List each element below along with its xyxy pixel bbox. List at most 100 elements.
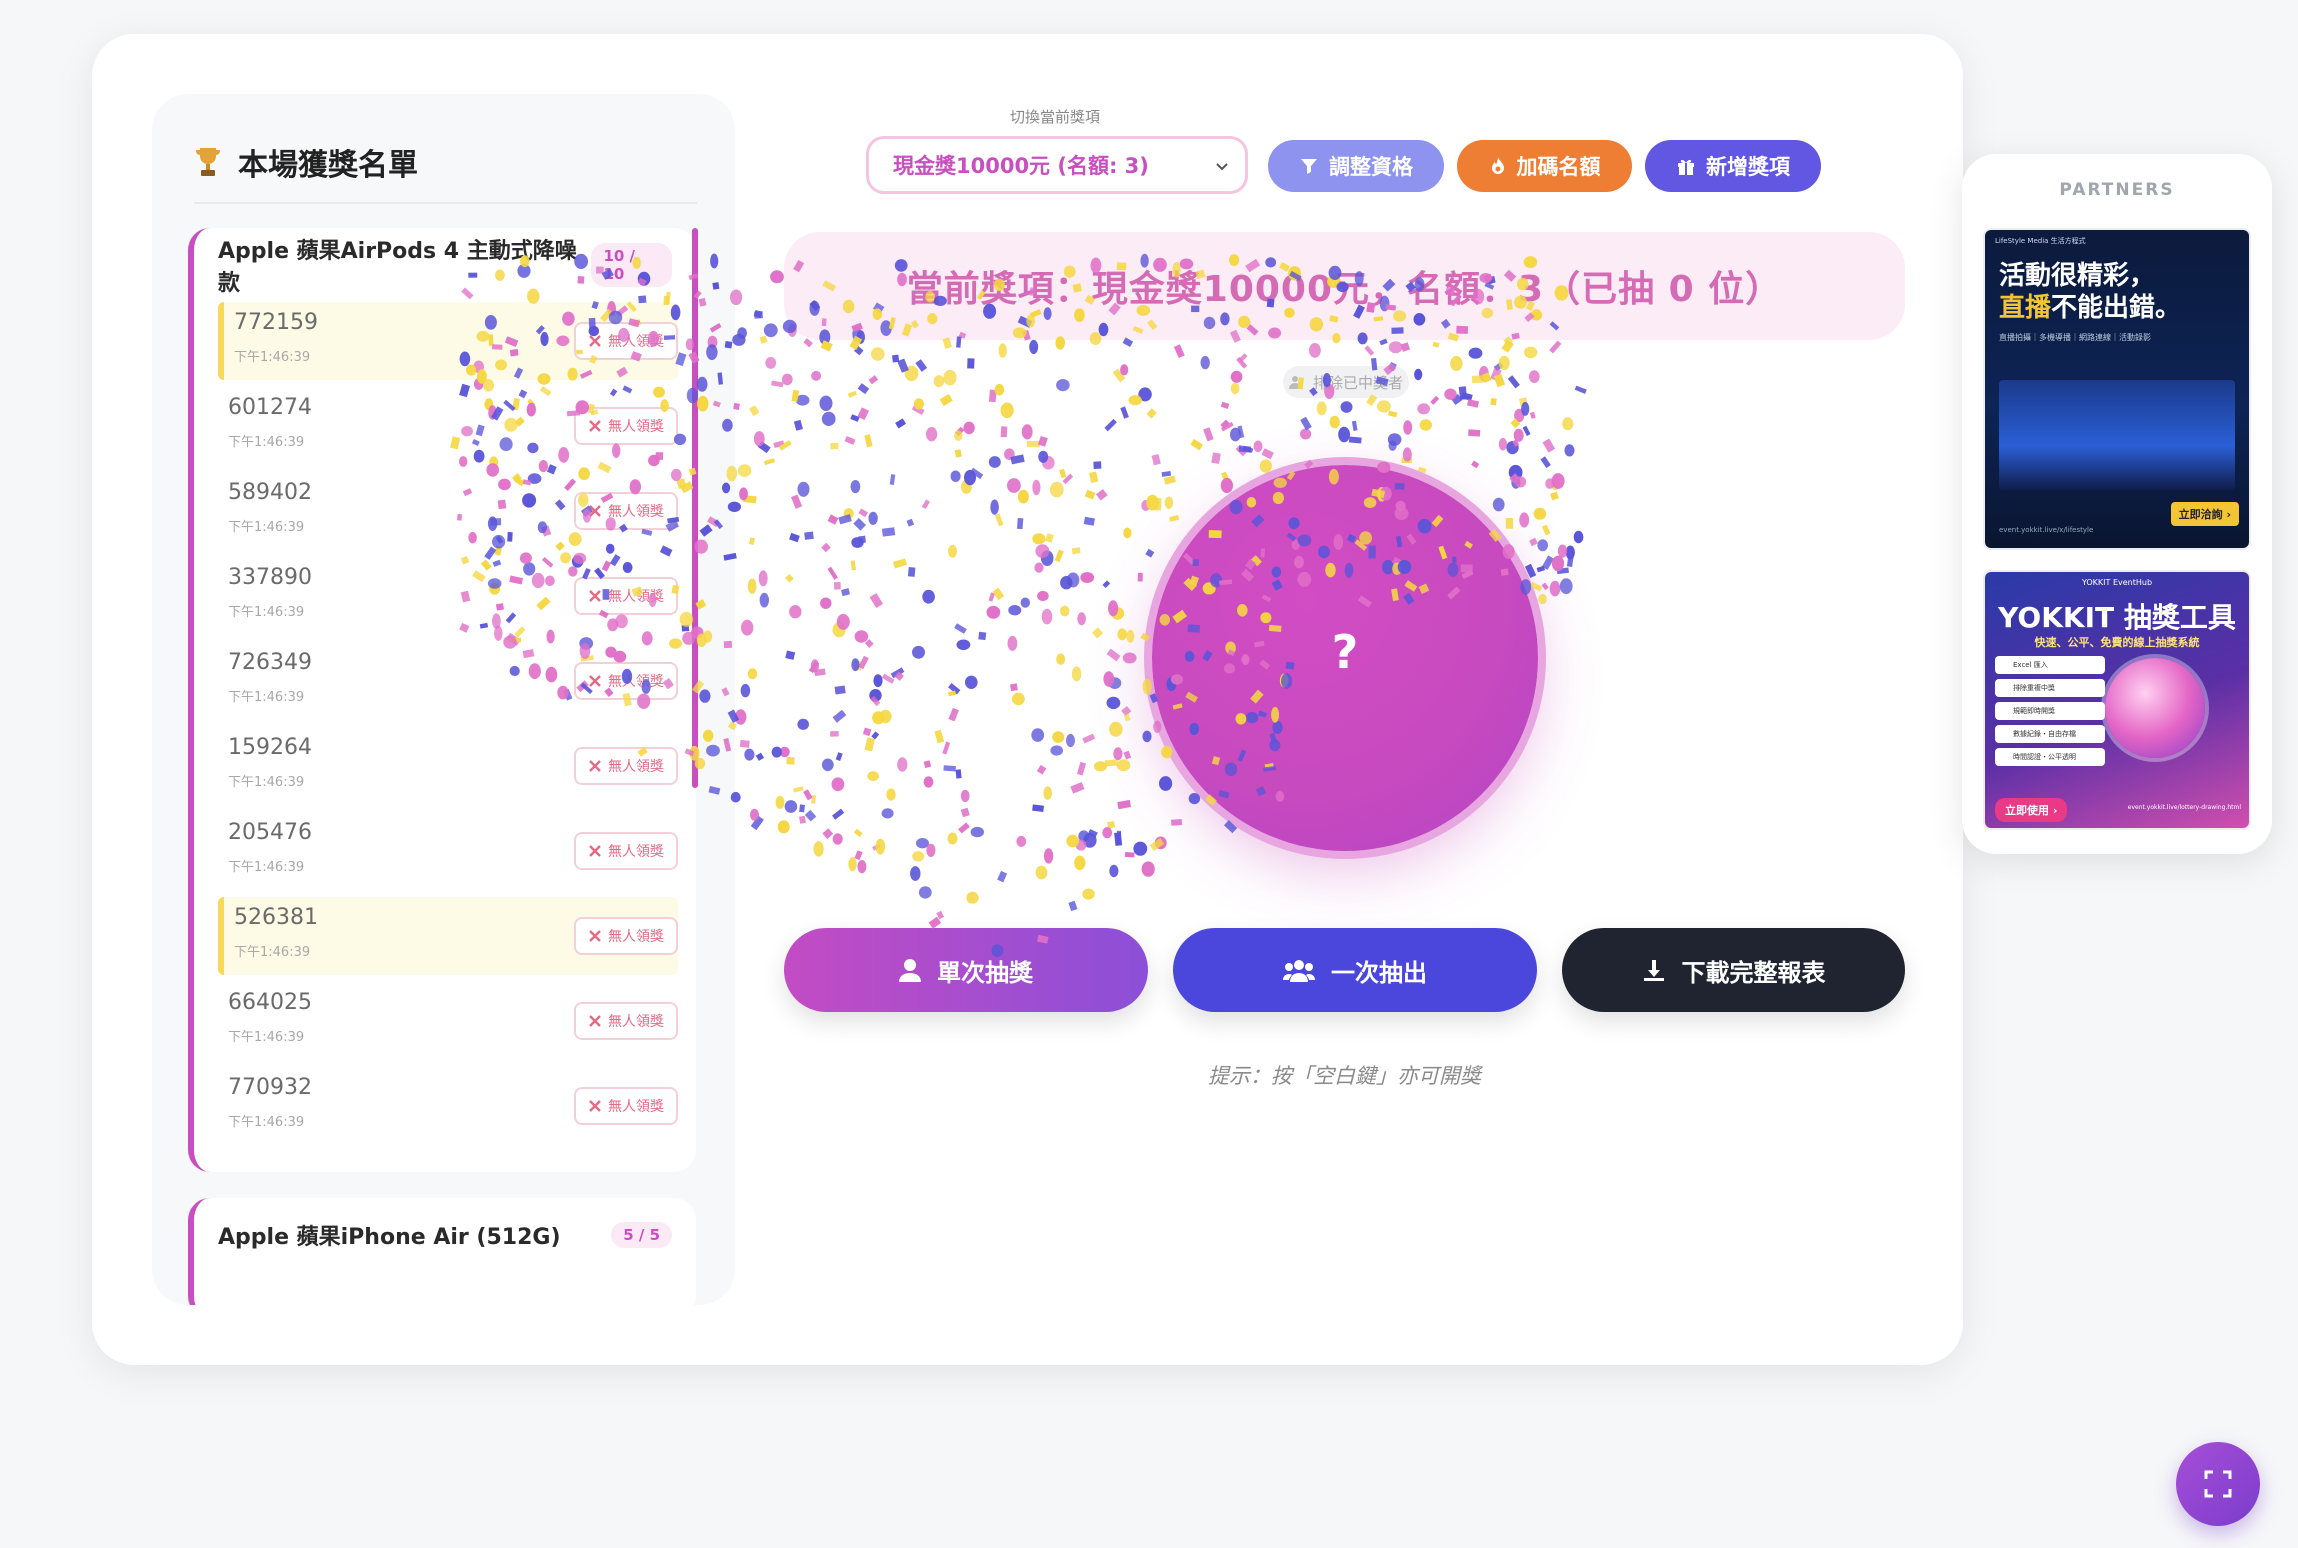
- no-claim-button[interactable]: 無人領獎: [574, 322, 678, 360]
- winner-row: 589402 下午1:46:39 無人領獎: [218, 472, 678, 550]
- winner-id: 526381: [234, 905, 318, 930]
- winner-id: 770932: [228, 1075, 312, 1100]
- winner-time: 下午1:46:39: [228, 690, 305, 705]
- winner-list: 772159 下午1:46:39 無人領獎 601274 下午1:46:39 無人領獎 58…: [194, 302, 696, 1145]
- batch-draw-button[interactable]: 一次抽出: [1173, 928, 1537, 1012]
- ad-title-line: 活動很精彩，: [1999, 261, 2156, 291]
- no-claim-button[interactable]: 無人領獎: [574, 492, 678, 530]
- prize-select-label: 切換當前獎項: [1010, 108, 1101, 126]
- add-prize-button[interactable]: 新增獎項: [1645, 140, 1821, 192]
- current-prize-text: 當前獎項：現金獎10000元，名額：3（已抽 0 位）: [906, 269, 1783, 310]
- partners-label: PARTNERS: [2059, 180, 2175, 200]
- draw-ball[interactable]: ?: [1152, 465, 1538, 851]
- single-draw-button[interactable]: 單次抽獎: [784, 928, 1148, 1012]
- winner-time: 下午1:46:39: [228, 605, 305, 620]
- winner-row: 526381 下午1:46:39 無人領獎: [218, 897, 678, 975]
- winner-time: 下午1:46:39: [234, 350, 311, 365]
- ad-banner-lifestyle[interactable]: LifeStyle Media 生活方程式 活動很精彩， 直播不能出錯。 直播拍…: [1985, 230, 2249, 548]
- winner-row: 159264 下午1:46:39 無人領獎: [218, 727, 678, 805]
- ad-feature-item: 規範即時開獎: [1995, 702, 2105, 720]
- ad-feature-item: 時間認證・公平透明: [1995, 748, 2105, 766]
- winner-id: 205476: [228, 820, 312, 845]
- add-prize-label: 新增獎項: [1706, 155, 1790, 179]
- ad-cta-button[interactable]: 立即使用 ›: [1995, 798, 2068, 822]
- no-claim-label: 無人領獎: [608, 504, 664, 520]
- no-claim-label: 無人領獎: [608, 674, 664, 690]
- winner-id: 337890: [228, 565, 312, 590]
- ad-url: event.yokkit.live/x/lifestyle: [1999, 526, 2094, 534]
- gift-icon: [1678, 159, 1694, 175]
- no-claim-button[interactable]: 無人領獎: [574, 1087, 678, 1125]
- exclude-winners-toggle[interactable]: 排除已中獎者: [1283, 366, 1409, 398]
- winner-time: 下午1:46:39: [234, 945, 311, 960]
- winner-id: 589402: [228, 480, 312, 505]
- winner-time: 下午1:46:39: [228, 775, 305, 790]
- no-claim-button[interactable]: 無人領獎: [574, 577, 678, 615]
- close-icon: [589, 420, 601, 432]
- no-claim-button[interactable]: 無人領獎: [574, 662, 678, 700]
- winner-id: 664025: [228, 990, 312, 1015]
- ad-title: 活動很精彩， 直播不能出錯。: [1999, 260, 2181, 324]
- users-icon: [1288, 376, 1301, 389]
- prize-group-name: Apple 蘋果iPhone Air (512G): [218, 1225, 561, 1250]
- ad-banner-yokkit[interactable]: YOKKIT EventHub YOKKIT 抽獎工具 快速、公平、免費的線上抽…: [1985, 572, 2249, 828]
- no-claim-label: 無人領獎: [608, 844, 664, 860]
- winners-panel-title: 本場獲獎名單: [238, 148, 418, 183]
- close-icon: [589, 930, 601, 942]
- close-icon: [589, 335, 601, 347]
- ad-subtitle: 直播拍攝｜多機導播｜網路連線｜活動錄影: [1999, 333, 2151, 342]
- ad-title-line: 直播不能出錯。: [1999, 292, 2181, 324]
- trophy-icon: [196, 148, 220, 176]
- bonus-quota-label: 加碼名額: [1516, 155, 1601, 179]
- winner-row: 205476 下午1:46:39 無人領獎: [218, 812, 678, 890]
- ad-title-rest: 不能出錯。: [2051, 293, 2182, 323]
- ad-feature-item: 數據紀錄・自由存檔: [1995, 725, 2105, 743]
- close-icon: [589, 845, 601, 857]
- prize-group-count-badge: 10 / 10: [591, 243, 672, 287]
- no-claim-button[interactable]: 無人領獎: [574, 407, 678, 445]
- no-claim-button[interactable]: 無人領獎: [574, 832, 678, 870]
- winner-id: 772159: [234, 310, 318, 335]
- prize-group-count-badge: 5 / 5: [611, 1222, 672, 1248]
- scrollbar[interactable]: [692, 228, 698, 788]
- download-report-button[interactable]: 下載完整報表: [1562, 928, 1905, 1012]
- fullscreen-button[interactable]: [2176, 1442, 2260, 1526]
- no-claim-label: 無人領獎: [608, 759, 664, 775]
- ad-title: YOKKIT 抽獎工具: [1998, 601, 2236, 634]
- user-icon: [899, 959, 921, 982]
- users-icon: [1283, 960, 1315, 982]
- current-prize-banner: 當前獎項：現金獎10000元，名額：3（已抽 0 位）: [784, 232, 1905, 340]
- keyboard-hint: 提示：按「空白鍵」亦可開獎: [1208, 1064, 1481, 1088]
- winner-time: 下午1:46:39: [228, 435, 305, 450]
- partners-panel: PARTNERS LifeStyle Media 生活方程式 活動很精彩， 直播…: [1962, 154, 2272, 854]
- prize-group: Apple 蘋果iPhone Air (512G) 5 / 5: [188, 1198, 696, 1305]
- adjust-eligibility-button[interactable]: 調整資格: [1268, 140, 1444, 192]
- winner-id: 601274: [228, 395, 312, 420]
- ad-tag: LifeStyle Media 生活方程式: [1995, 237, 2086, 245]
- chevron-down-icon: [1216, 163, 1228, 171]
- winner-time: 下午1:46:39: [228, 860, 305, 875]
- fullscreen-icon: [2204, 1470, 2232, 1498]
- winner-time: 下午1:46:39: [228, 520, 305, 535]
- winner-row: 664025 下午1:46:39 無人領獎: [218, 982, 678, 1060]
- no-claim-label: 無人領獎: [608, 589, 664, 605]
- no-claim-button[interactable]: 無人領獎: [574, 917, 678, 955]
- close-icon: [589, 1100, 601, 1112]
- no-claim-label: 無人領獎: [608, 1099, 664, 1115]
- prize-select[interactable]: 現金獎10000元 (名額: 3): [866, 136, 1248, 194]
- no-claim-button[interactable]: 無人領獎: [574, 1002, 678, 1040]
- no-claim-label: 無人領獎: [608, 1014, 664, 1030]
- prize-group-header: Apple 蘋果iPhone Air (512G) 5 / 5: [194, 1198, 696, 1272]
- winners-panel-header: 本場獲獎名單: [194, 134, 697, 204]
- ad-cta-button[interactable]: 立即洽詢 ›: [2170, 502, 2239, 526]
- bonus-quota-button[interactable]: 加碼名額: [1457, 140, 1632, 192]
- close-icon: [589, 1015, 601, 1027]
- no-claim-button[interactable]: 無人領獎: [574, 747, 678, 785]
- exclude-winners-label: 排除已中獎者: [1312, 373, 1403, 392]
- ad-feature-list: Excel 匯入 排除重複中獎 規範即時開獎 數據紀錄・自由存檔 時間認證・公平透明: [1995, 656, 2105, 771]
- ad-feature-item: Excel 匯入: [1995, 656, 2105, 674]
- single-draw-label: 單次抽獎: [937, 958, 1033, 987]
- gift-ball-icon: [2105, 658, 2205, 758]
- prize-group-header: Apple 蘋果AirPods 4 主動式降噪款 10 / 10: [194, 228, 696, 302]
- no-claim-label: 無人領獎: [608, 929, 664, 945]
